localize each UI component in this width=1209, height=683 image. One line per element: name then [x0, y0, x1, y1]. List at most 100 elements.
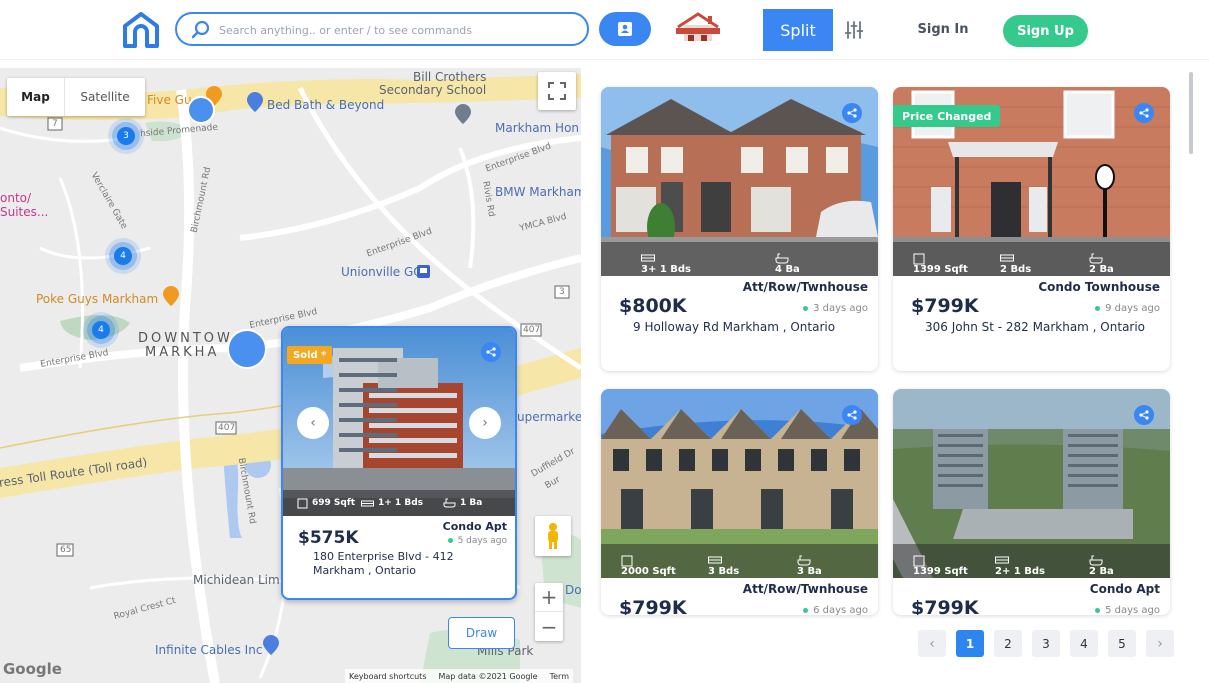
map-listing-marker-selected[interactable] — [227, 329, 267, 369]
map-poi-toronto[interactable]: onto/ — [0, 191, 31, 205]
listing-beds: 1+ 1 Bds — [378, 498, 423, 508]
filter-sliders-icon[interactable] — [845, 20, 863, 40]
bath-icon — [797, 555, 811, 566]
zoom-in-button[interactable]: + — [535, 583, 563, 612]
search-input[interactable] — [219, 20, 579, 40]
listing-card[interactable]: 3+ 1 Bds 4 Ba Att/Row/Twnhouse $800K 3 d… — [601, 87, 878, 371]
page-1-button[interactable]: 1 — [956, 630, 984, 657]
map-poi-poke-guys[interactable]: Poke Guys Markham — [36, 292, 158, 306]
next-photo-button[interactable]: › — [469, 407, 501, 439]
listing-baths: 2 Ba — [1089, 566, 1114, 577]
page-4-button[interactable]: 4 — [1070, 630, 1098, 657]
map-poi-unionville-go[interactable]: Unionville GO — [341, 265, 423, 279]
listing-card[interactable]: 1399 Sqft 2+ 1 Bds 2 Ba Condo Apt $799K … — [893, 389, 1170, 615]
draw-area-button[interactable]: Draw — [448, 617, 515, 649]
sign-up-button[interactable]: Sign Up — [1003, 15, 1088, 47]
listing-address: 306 John St - 282 Markham , Ontario — [925, 320, 1146, 334]
page-2-button[interactable]: 2 — [994, 630, 1022, 657]
route-407-label: 407 — [523, 325, 541, 335]
listing-price: $799K — [911, 597, 979, 615]
map-poi-five-guys[interactable]: Five Gu — [147, 93, 192, 107]
keyboard-shortcuts-link[interactable]: Keyboard shortcuts — [349, 672, 426, 681]
home-logo-icon[interactable] — [120, 10, 162, 50]
bed-icon — [995, 556, 1009, 564]
listing-price: $575K — [298, 528, 359, 548]
map-poi-do[interactable]: Do — [565, 583, 581, 597]
previous-photo-button[interactable]: ‹ — [297, 407, 329, 439]
school-pin-icon[interactable] — [455, 104, 471, 124]
listing-sqft: 1399 Sqft — [913, 264, 968, 275]
search-bar[interactable] — [175, 12, 589, 46]
fullscreen-button[interactable] — [538, 72, 576, 110]
search-icon — [191, 20, 210, 39]
listing-type: Att/Row/Twnhouse — [742, 582, 868, 596]
chevron-right-icon: › — [482, 415, 488, 431]
page-3-button[interactable]: 3 — [1032, 630, 1060, 657]
listing-card[interactable]: Price Changed 1399 Sqft 2 Bds 2 Ba Condo… — [893, 87, 1170, 371]
bath-icon — [443, 498, 456, 508]
listings-scrollbar-thumb[interactable] — [1189, 72, 1193, 154]
brokerage-logo-icon[interactable] — [670, 11, 726, 45]
street-view-button[interactable] — [535, 516, 571, 556]
price-changed-badge: Price Changed — [893, 105, 1001, 127]
listing-days: 3 days ago — [803, 303, 868, 314]
map-listing-popup[interactable]: Sold * ‹ › 699 Sqft 1+ 1 Bds 1 Ba $575K … — [281, 326, 517, 600]
map-poi-bmw-markham[interactable]: BMW Markham — [495, 185, 581, 199]
route-7-label: 7 — [52, 119, 58, 129]
map-cluster-marker[interactable]: 4 — [114, 247, 132, 265]
map-poi-secondary-school[interactable]: Secondary School — [379, 83, 486, 97]
listing-type: Condo Townhouse — [1038, 280, 1160, 294]
page-5-button[interactable]: 5 — [1108, 630, 1136, 657]
map-cluster-marker[interactable]: 4 — [92, 321, 110, 339]
split-view-button[interactable]: Split — [763, 9, 833, 51]
map-type-satellite-button[interactable]: Satellite — [65, 78, 145, 116]
listing-stats-bar: 1399 Sqft 2 Bds 2 Ba — [893, 242, 1170, 276]
map-attribution: Keyboard shortcuts Map data ©2021 Google… — [345, 669, 573, 683]
listing-address: 9 Holloway Rd Markham , Ontario — [633, 320, 836, 334]
google-logo[interactable]: Google — [3, 660, 62, 678]
previous-page-button[interactable]: ‹ — [918, 630, 946, 657]
share-button[interactable] — [1134, 103, 1154, 123]
map-listing-marker[interactable] — [187, 96, 215, 124]
listing-beds: 3 Bds — [708, 566, 740, 577]
listing-stats-bar: 3+ 1 Bds 4 Ba — [601, 242, 878, 276]
listing-type: Att/Row/Twnhouse — [742, 280, 868, 294]
map-cluster-marker[interactable]: 3 — [117, 127, 135, 145]
listing-beds: 2+ 1 Bds — [995, 566, 1045, 577]
share-button[interactable] — [842, 405, 862, 425]
terms-link[interactable]: Term — [550, 672, 569, 681]
share-button[interactable] — [481, 342, 501, 362]
map-poi-infinite-cables[interactable]: Infinite Cables Inc — [155, 643, 262, 657]
map-type-map-button[interactable]: Map — [7, 78, 65, 116]
share-icon — [1139, 108, 1149, 118]
shopping-pin-icon[interactable] — [263, 635, 279, 655]
map-panel[interactable]: 7 3 407 407 65 Five Gu Bed Bath & Beyond… — [0, 68, 581, 683]
listing-beds: 3+ 1 Bds — [641, 264, 691, 275]
share-icon — [847, 410, 857, 420]
map-poi-bed-bath-beyond[interactable]: Bed Bath & Beyond — [267, 98, 384, 112]
transit-icon[interactable] — [417, 265, 430, 278]
sign-in-link[interactable]: Sign In — [914, 22, 972, 37]
bath-icon — [1089, 253, 1103, 264]
map-poi-michidean[interactable]: Michidean Lim — [193, 573, 280, 587]
map-area-markham: MARKHA — [145, 345, 220, 360]
zoom-out-button[interactable]: − — [535, 612, 563, 641]
share-button[interactable] — [842, 103, 862, 123]
map-poi-bill-crothers[interactable]: Bill Crothers — [413, 70, 486, 84]
listing-type: Condo Apt — [442, 520, 507, 533]
listing-card[interactable]: 2000 Sqft 3 Bds 3 Ba Att/Row/Twnhouse $7… — [601, 389, 878, 615]
restaurant-pin-icon[interactable] — [163, 286, 179, 306]
contact-card-button[interactable] — [599, 12, 651, 46]
map-poi-supermarket[interactable]: upermarket — [517, 410, 581, 424]
pagination: ‹ 1 2 3 4 5 › — [918, 630, 1174, 657]
share-button[interactable] — [1134, 405, 1154, 425]
listing-baths: 2 Ba — [1089, 264, 1114, 275]
listing-baths: 3 Ba — [797, 566, 822, 577]
map-poi-markham-honda[interactable]: Markham Hon — [495, 121, 579, 135]
listing-days: 6 days ago — [803, 605, 868, 615]
zoom-controls: + − — [535, 583, 563, 641]
map-poi-suites[interactable]: Suites... — [0, 205, 48, 219]
shopping-pin-icon[interactable] — [247, 92, 263, 112]
next-page-button[interactable]: › — [1146, 630, 1174, 657]
listing-days: 5 days ago — [1095, 605, 1160, 615]
